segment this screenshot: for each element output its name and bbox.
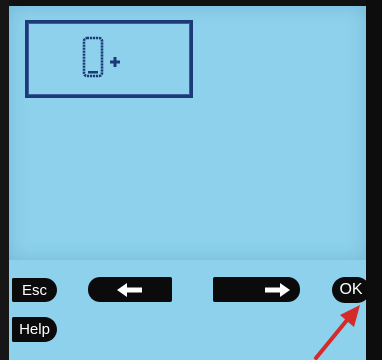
device-frame: Esc OK Help (0, 0, 382, 360)
esc-button[interactable]: Esc (12, 278, 57, 302)
bezel-left (0, 0, 9, 360)
lcd-screen (9, 6, 366, 260)
left-arrow-button[interactable] (88, 277, 172, 302)
help-button[interactable]: Help (12, 317, 57, 342)
arrow-left-icon (117, 282, 142, 297)
red-arrow-icon (314, 305, 360, 360)
phone-plus-icon (82, 36, 120, 78)
add-device-tile[interactable] (25, 20, 193, 98)
right-arrow-button[interactable] (213, 277, 300, 302)
arrow-right-icon (265, 283, 290, 297)
